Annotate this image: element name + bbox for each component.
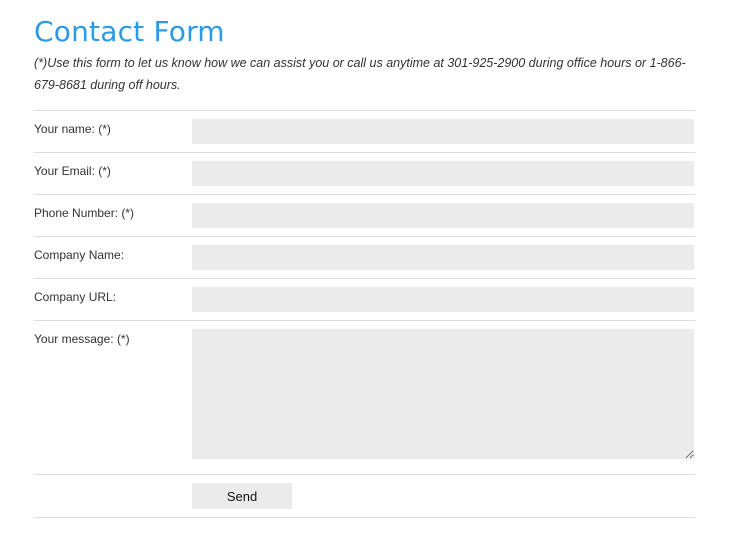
form-row-company-name: Company Name: xyxy=(34,237,695,279)
company-name-label: Company Name: xyxy=(34,248,125,262)
send-button[interactable]: Send xyxy=(192,483,292,509)
form-row-company-url: Company URL: xyxy=(34,279,695,321)
form-row-phone: Phone Number: (*) xyxy=(34,195,695,237)
company-url-input[interactable] xyxy=(192,287,694,312)
form-row-name: Your name: (*) xyxy=(34,111,695,153)
phone-input[interactable] xyxy=(192,203,694,228)
email-label: Your Email: (*) xyxy=(34,164,111,178)
page-title: Contact Form xyxy=(34,15,225,48)
name-input[interactable] xyxy=(192,119,694,144)
contact-form: Your name: (*) Your Email: (*) Phone Num… xyxy=(34,110,695,518)
form-row-send: Send xyxy=(34,475,695,518)
email-input[interactable] xyxy=(192,161,694,186)
message-label: Your message: (*) xyxy=(34,332,130,346)
form-row-message: Your message: (*) xyxy=(34,321,695,475)
name-label: Your name: (*) xyxy=(34,122,111,136)
company-name-input[interactable] xyxy=(192,245,694,270)
company-url-label: Company URL: xyxy=(34,290,117,304)
form-intro-text: (*)Use this form to let us know how we c… xyxy=(34,56,686,92)
form-row-email: Your Email: (*) xyxy=(34,153,695,195)
message-textarea[interactable] xyxy=(192,329,694,459)
phone-label: Phone Number: (*) xyxy=(34,206,135,220)
